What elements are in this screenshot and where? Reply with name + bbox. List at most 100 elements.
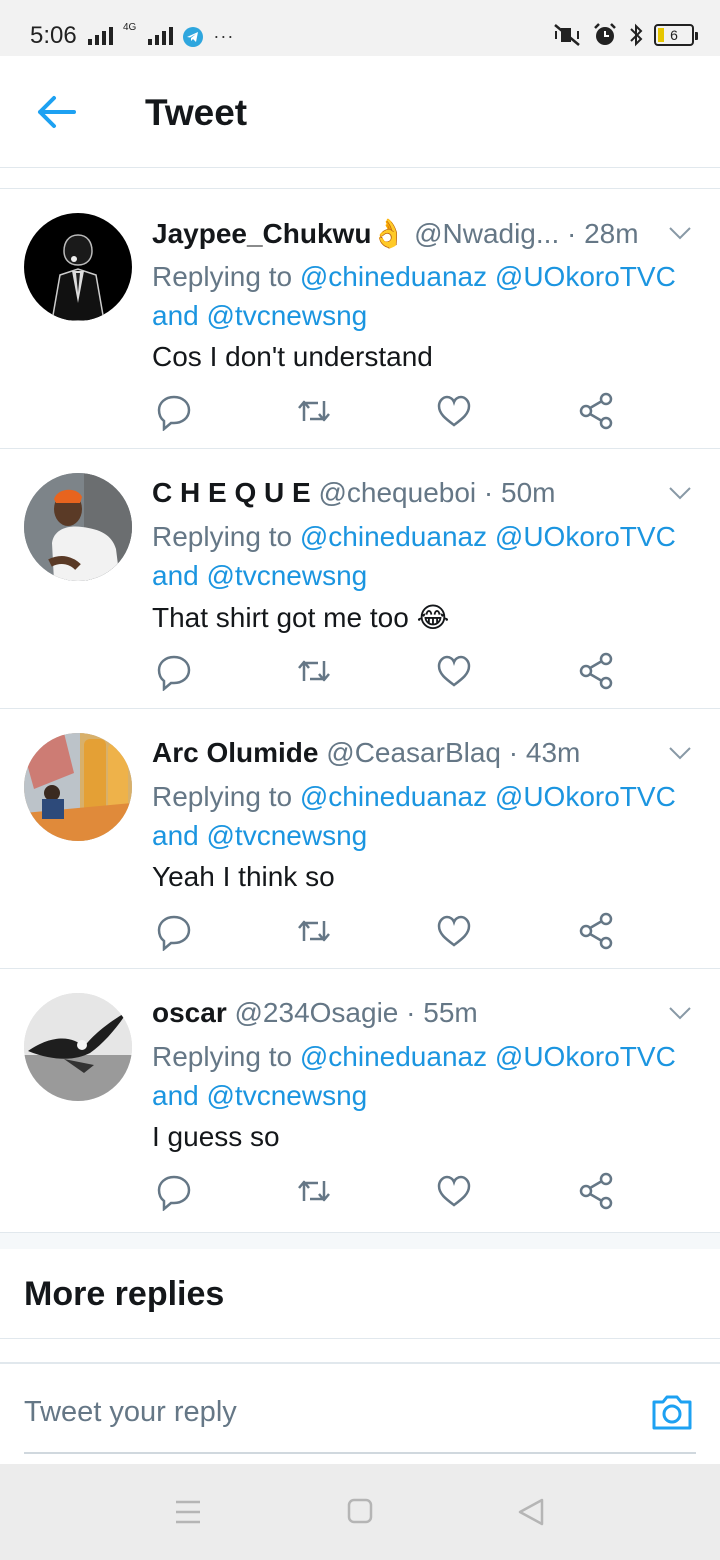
replying-label: Replying to [152,261,293,292]
alarm-icon [594,23,616,45]
more-replies-title[interactable]: More replies [24,1275,224,1314]
telegram-icon [183,27,204,47]
status-right-icons: 6 [552,22,698,48]
reply-input[interactable] [24,1396,624,1429]
and-label: and [152,560,199,591]
retweet-icon[interactable] [294,651,334,691]
mention-link[interactable]: @tvcnewsng [207,1080,368,1111]
mention-link[interactable]: @chineduanaz [300,261,487,292]
display-name[interactable]: Arc Olumide [152,737,318,768]
tweet[interactable]: oscar @234Osagie · 55m Replying to @chin… [0,969,720,1233]
replying-label: Replying to [152,1041,293,1072]
tweet-header: Jaypee_Chukwu👌 @Nwadig... · 28m [152,217,662,250]
mention-link[interactable]: @tvcnewsng [207,560,368,591]
mention-link[interactable]: @tvcnewsng [207,820,368,851]
tweet-text: Yeah I think so [152,861,335,892]
tweet-text: That shirt got me too 😂 [152,602,450,633]
battery-icon: 6 [654,24,698,46]
tweet-actions [152,651,632,691]
heart-icon[interactable] [434,651,474,691]
replying-label: Replying to [152,521,293,552]
retweet-icon[interactable] [294,911,334,951]
and-label: and [152,820,199,851]
signal-icon-2 [148,25,174,45]
bluetooth-icon [630,23,643,47]
avatar[interactable] [24,733,132,841]
chevron-down-icon[interactable] [668,485,692,501]
more-replies-section[interactable]: More replies [0,1249,720,1339]
mention-link[interactable]: @UOkoroTVC [495,521,676,552]
tweet-header: oscar @234Osagie · 55m [152,997,662,1029]
user-handle[interactable]: @234Osagie [235,997,399,1028]
tweet[interactable]: C H E Q U E @chequeboi · 50m Replying to… [0,449,720,709]
reply-icon[interactable] [154,1171,194,1211]
share-icon[interactable] [576,651,616,691]
user-handle[interactable]: @CeasarBlaq [326,737,501,768]
replying-to: Replying to @chineduanaz @UOkoroTVC and … [152,257,702,335]
section-gap [0,1233,720,1249]
menu-icon[interactable] [168,1494,208,1530]
heart-icon[interactable] [434,911,474,951]
page-title: Tweet [145,92,248,133]
mention-link[interactable]: @chineduanaz [300,1041,487,1072]
retweet-icon[interactable] [294,1171,334,1211]
replying-to: Replying to @chineduanaz @UOkoroTVC and … [152,517,702,595]
home-square-icon[interactable] [340,1494,380,1530]
reply-composer [24,1390,696,1454]
heart-icon[interactable] [434,391,474,431]
replying-to: Replying to @chineduanaz @UOkoroTVC and … [152,777,702,855]
signal-icon [88,25,113,45]
back-triangle-icon[interactable] [512,1494,552,1530]
chevron-down-icon[interactable] [668,1005,692,1021]
status-left-icons: 4G ··· [88,22,235,47]
mention-link[interactable]: @UOkoroTVC [495,1041,676,1072]
share-icon[interactable] [576,911,616,951]
retweet-icon[interactable] [294,391,334,431]
and-label: and [152,1080,199,1111]
tweet-time: · 43m [508,737,581,768]
avatar[interactable] [24,213,132,321]
display-name[interactable]: C H E Q U E [152,477,311,508]
tweet-time: · 28m [567,218,639,249]
avatar[interactable] [24,993,132,1101]
reply-icon[interactable] [154,651,194,691]
user-handle[interactable]: @chequeboi [318,477,476,508]
reply-icon[interactable] [154,911,194,951]
camera-icon[interactable] [650,1392,694,1432]
system-nav-bar [0,1464,720,1560]
user-handle[interactable]: @Nwadig... [414,218,559,249]
and-label: and [152,300,199,331]
share-icon[interactable] [576,391,616,431]
display-name[interactable]: Jaypee_Chukwu👌 [152,218,406,249]
mute-vibrate-icon [554,24,580,46]
more-notifications-icon: ··· [213,26,235,46]
tweet[interactable]: Arc Olumide @CeasarBlaq · 43m Replying t… [0,709,720,969]
tweet-actions [152,911,632,951]
mention-link[interactable]: @chineduanaz [300,521,487,552]
tweet-header: C H E Q U E @chequeboi · 50m [152,477,662,509]
arrow-left-icon[interactable] [34,92,78,132]
heart-icon[interactable] [434,1171,474,1211]
chevron-down-icon[interactable] [668,745,692,761]
chevron-down-icon[interactable] [668,225,692,241]
app-header: Tweet [0,56,720,168]
mention-link[interactable]: @chineduanaz [300,781,487,812]
share-icon[interactable] [576,1171,616,1211]
avatar[interactable] [24,473,132,581]
status-bar: 5:06 4G ··· 6 [0,0,720,56]
tweet-text: I guess so [152,1121,280,1152]
mention-link[interactable]: @UOkoroTVC [495,781,676,812]
status-time: 5:06 [30,22,77,49]
compose-divider [0,1362,720,1364]
reply-icon[interactable] [154,391,194,431]
mention-link[interactable]: @tvcnewsng [207,300,368,331]
tweet-actions [152,391,632,431]
tweet[interactable]: Jaypee_Chukwu👌 @Nwadig... · 28m Replying… [0,189,720,449]
display-name[interactable]: oscar [152,997,227,1028]
replying-label: Replying to [152,781,293,812]
mention-link[interactable]: @UOkoroTVC [495,261,676,292]
network-type: 4G [123,22,137,33]
battery-level: 6 [670,27,678,43]
tweet-time: · 50m [483,477,556,508]
tweet-text: Cos I don't understand [152,341,433,372]
